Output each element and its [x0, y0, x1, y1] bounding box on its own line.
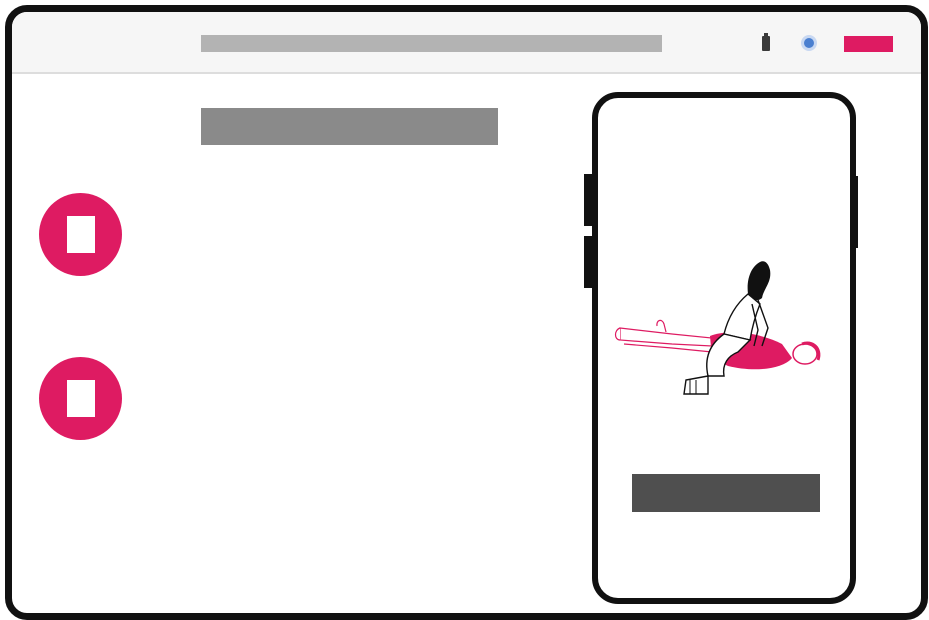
document-icon [67, 380, 95, 417]
browser-window [5, 5, 928, 620]
page-heading-placeholder [201, 108, 498, 145]
phone-volume-down-button [584, 236, 592, 288]
browser-toolbar [12, 12, 921, 74]
cpr-illustration [614, 261, 821, 395]
phone-volume-up-button [584, 174, 592, 226]
phone-mockup [592, 92, 856, 604]
toolbar-action-button[interactable] [844, 36, 893, 52]
list-item-2-button[interactable] [39, 357, 122, 440]
phone-action-button[interactable] [632, 474, 820, 512]
address-bar[interactable] [201, 35, 662, 52]
status-dot-icon[interactable] [801, 35, 817, 51]
phone-power-button [850, 176, 858, 248]
document-icon [67, 216, 95, 253]
battery-icon [762, 33, 770, 51]
list-item-1-button[interactable] [39, 193, 122, 276]
